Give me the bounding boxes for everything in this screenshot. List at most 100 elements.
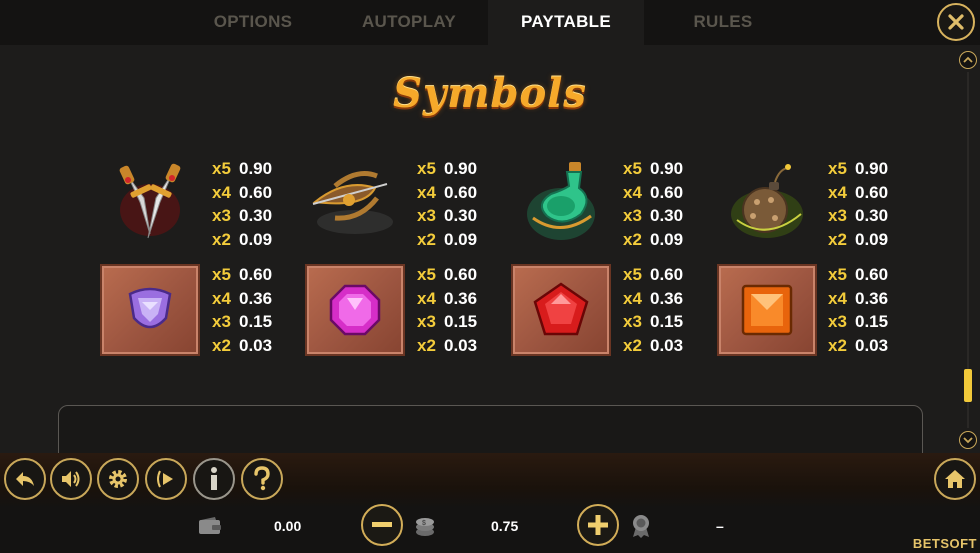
symbol-purple-gem: [100, 264, 200, 356]
pay-row: x3 0.30: [417, 204, 507, 228]
paytable-orange-gem: x5 0.60 x4 0.36 x3 0.15 x2 0.03: [828, 263, 918, 357]
pay-row: x5 0.90: [828, 157, 918, 181]
chevron-down-icon: [963, 437, 973, 444]
payout: 0.15: [855, 312, 889, 331]
pay-row: x5 0.60: [212, 263, 302, 287]
back-arrow-icon: [16, 472, 34, 486]
pay-row: x5 0.90: [212, 157, 302, 181]
gem-tile: [717, 264, 817, 356]
pay-row: x2 0.03: [212, 334, 302, 358]
scroll-up-button[interactable]: [959, 51, 977, 69]
pay-row: x4 0.36: [623, 287, 713, 311]
multiplier: x5: [828, 265, 847, 284]
payout: 0.90: [444, 159, 478, 178]
multiplier: x2: [623, 229, 642, 249]
symbol-daggers: [100, 158, 200, 250]
win-badge-icon: [629, 513, 653, 539]
tab-rules[interactable]: RULES: [645, 0, 801, 45]
multiplier: x2: [828, 335, 847, 355]
settings-button[interactable]: [97, 458, 139, 500]
pay-row: x2 0.09: [212, 228, 302, 252]
bomb-icon: [731, 164, 803, 238]
payout: 0.03: [444, 335, 478, 355]
pay-row: x3 0.30: [828, 204, 918, 228]
coins-icon: $: [413, 513, 437, 539]
info-button[interactable]: [193, 458, 235, 500]
payout: 0.60: [239, 265, 273, 284]
payout: 0.03: [239, 335, 273, 355]
multiplier: x3: [623, 206, 642, 225]
potion-icon: [527, 162, 595, 240]
payout: 0.30: [239, 206, 273, 225]
minus-icon: [372, 522, 392, 527]
payout: 0.09: [239, 229, 273, 249]
pay-row: x3 0.15: [212, 310, 302, 334]
tab-autoplay[interactable]: AUTOPLAY: [331, 0, 487, 45]
payout: 0.36: [239, 288, 273, 308]
pay-row: x2 0.09: [417, 228, 507, 252]
increase-bet-button[interactable]: [577, 504, 619, 546]
home-icon: [945, 470, 965, 488]
payout: 0.09: [444, 229, 478, 249]
pay-row: x5 0.90: [417, 157, 507, 181]
multiplier: x2: [212, 335, 231, 355]
back-button[interactable]: [4, 458, 46, 500]
wallet-icon: [197, 515, 223, 537]
payout: 0.36: [855, 288, 889, 308]
chevron-up-icon: [963, 56, 973, 63]
multiplier: x5: [623, 159, 642, 178]
pay-row: x2 0.09: [828, 228, 918, 252]
tab-options[interactable]: OPTIONS: [175, 0, 331, 45]
red-gem-icon: [533, 282, 589, 336]
payout: 0.03: [855, 335, 889, 355]
paytable-red-gem: x5 0.60 x4 0.36 x3 0.15 x2 0.03: [623, 263, 713, 357]
pay-row: x2 0.09: [623, 228, 713, 252]
payout: 0.90: [855, 159, 889, 178]
home-button[interactable]: [934, 458, 976, 500]
multiplier: x4: [623, 182, 642, 202]
tab-paytable[interactable]: PAYTABLE: [488, 0, 644, 45]
payout: 0.30: [650, 206, 684, 225]
multiplier: x2: [623, 335, 642, 355]
pay-row: x4 0.60: [623, 181, 713, 205]
svg-text:$: $: [422, 520, 426, 527]
autoplay-button[interactable]: [145, 458, 187, 500]
pay-row: x2 0.03: [623, 334, 713, 358]
pay-row: x2 0.03: [828, 334, 918, 358]
pay-row: x5 0.60: [417, 263, 507, 287]
decrease-bet-button[interactable]: [361, 504, 403, 546]
symbol-red-gem: [511, 264, 611, 356]
sound-button[interactable]: [50, 458, 92, 500]
orange-gem-icon: [741, 284, 793, 336]
crossbow-icon: [312, 171, 393, 234]
multiplier: x3: [828, 206, 847, 225]
gem-tile: [511, 264, 611, 356]
pay-row: x3 0.15: [828, 310, 918, 334]
pay-row: x3 0.30: [623, 204, 713, 228]
pay-row: x3 0.30: [212, 204, 302, 228]
multiplier: x3: [212, 206, 231, 225]
help-button[interactable]: [241, 458, 283, 500]
multiplier: x5: [623, 265, 642, 284]
multiplier: x2: [417, 229, 436, 249]
bet-value: 0.75: [491, 518, 519, 534]
symbol-bomb: [717, 158, 817, 250]
close-icon: [948, 14, 964, 30]
symbols-heading: Symbols: [393, 70, 587, 117]
multiplier: x5: [212, 265, 231, 284]
scroll-down-button[interactable]: [959, 431, 977, 449]
pay-row: x5 0.90: [623, 157, 713, 181]
payout: 0.09: [650, 229, 684, 249]
scroll-thumb[interactable]: [964, 369, 972, 402]
multiplier: x5: [828, 159, 847, 178]
close-button[interactable]: [937, 3, 975, 41]
payout: 0.36: [650, 288, 684, 308]
gem-tile: [305, 264, 405, 356]
multiplier: x3: [212, 312, 231, 331]
pink-gem-icon: [329, 284, 381, 336]
multiplier: x4: [828, 182, 847, 202]
payout: 0.15: [444, 312, 478, 331]
payout: 0.60: [239, 182, 273, 202]
multiplier: x4: [623, 288, 642, 308]
payout: 0.60: [855, 182, 889, 202]
